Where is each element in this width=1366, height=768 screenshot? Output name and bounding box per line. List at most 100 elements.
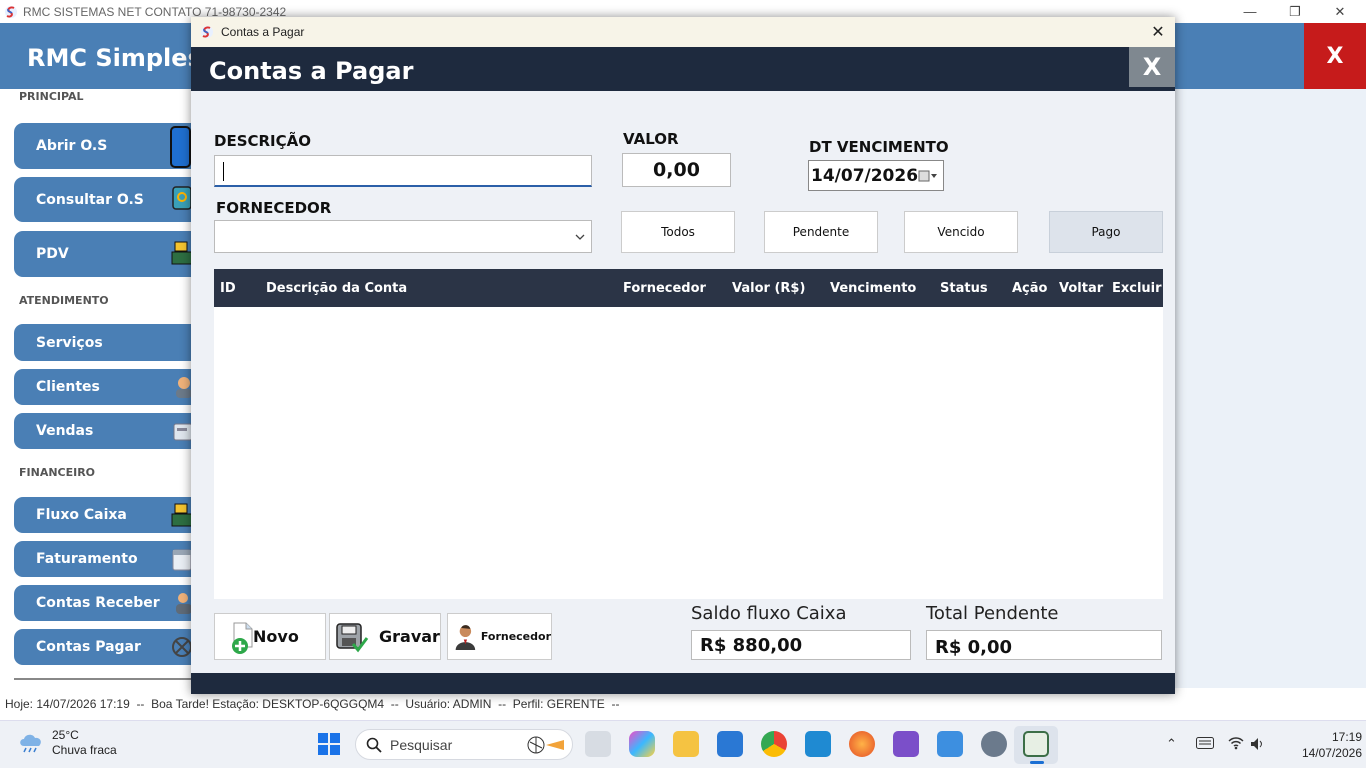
taskbar-clock[interactable]: 17:19 14/07/2026 [1280, 729, 1362, 761]
contas-a-pagar-dialog: Contas a Pagar ✕ Contas a Pagar X DESCRI… [191, 17, 1175, 694]
supplier-person-icon [455, 624, 476, 650]
wifi-icon[interactable] [1228, 736, 1244, 750]
weather-widget[interactable]: 25°C Chuva fraca [18, 728, 117, 758]
tray-chevron-up-icon[interactable]: ⌃ [1166, 736, 1177, 752]
device-search-icon [172, 186, 192, 210]
column-header-descricao[interactable]: Descrição da Conta [266, 281, 407, 296]
file-explorer-icon[interactable] [673, 731, 699, 757]
chevron-down-icon [575, 234, 585, 240]
minimize-button[interactable]: — [1228, 0, 1272, 23]
gravar-button[interactable]: Gravar [329, 613, 441, 660]
sidebar-item-label: Consultar O.S [36, 191, 144, 208]
sidebar-item-label: Vendas [36, 423, 94, 439]
payable-icon [172, 637, 192, 657]
vencimento-date-picker[interactable]: 14/07/2026 [808, 160, 944, 191]
sidebar-item-label: Contas Receber [36, 595, 160, 611]
clients-icon [176, 377, 192, 398]
microsoft-store-icon[interactable] [717, 731, 743, 757]
column-header-id[interactable]: ID [220, 281, 236, 296]
windows-start-icon[interactable] [318, 733, 340, 755]
dialog-close-button[interactable]: X [1129, 47, 1175, 87]
notepad-icon[interactable] [937, 731, 963, 757]
sidebar-section-principal: PRINCIPAL [19, 90, 84, 103]
column-header-vencimento[interactable]: Vencimento [830, 281, 916, 296]
restore-button[interactable]: ❐ [1273, 0, 1317, 23]
taskbar-search[interactable]: Pesquisar [355, 729, 573, 760]
vencimento-label: DT VENCIMENTO [809, 138, 949, 156]
sales-icon [173, 423, 192, 441]
receivable-icon [176, 593, 192, 614]
fornecedor-select[interactable] [214, 220, 592, 253]
close-window-button[interactable]: ✕ [1318, 0, 1362, 23]
calendar-icon [172, 549, 192, 571]
chrome-icon[interactable] [761, 731, 787, 757]
column-header-excluir[interactable]: Excluir [1112, 281, 1162, 296]
search-highlight-icon [527, 736, 564, 753]
cash-register-icon [171, 241, 192, 265]
column-header-acao[interactable]: Ação [1012, 281, 1047, 296]
firefox-icon[interactable] [849, 731, 875, 757]
sidebar-item-label: Serviços [36, 334, 103, 351]
fornecedor-button-label: Fornecedor [480, 630, 551, 643]
dialog-titlebar-close-button[interactable]: ✕ [1147, 21, 1169, 43]
sidebar-item-label: PDV [36, 246, 69, 262]
filter-vencido-button[interactable]: Vencido [904, 211, 1018, 253]
saldo-value: R$ 880,00 [691, 630, 911, 660]
gravar-label: Gravar [379, 627, 440, 646]
text-caret [223, 162, 224, 181]
descricao-input[interactable] [214, 155, 592, 187]
column-header-status[interactable]: Status [940, 281, 988, 296]
rain-cloud-icon [20, 734, 41, 753]
sidebar-item-label: Fluxo Caixa [36, 507, 127, 523]
volume-icon[interactable] [1250, 737, 1266, 751]
app-logo-icon [201, 26, 213, 38]
novo-label: Novo [253, 627, 299, 646]
filter-todos-button[interactable]: Todos [621, 211, 735, 253]
cash-flow-icon [171, 503, 192, 527]
task-view-icon[interactable] [585, 731, 611, 757]
search-placeholder: Pesquisar [390, 736, 453, 753]
settings-gear-icon[interactable] [981, 731, 1007, 757]
copilot-icon[interactable] [629, 731, 655, 757]
valor-input[interactable]: 0,00 [622, 153, 731, 187]
column-header-valor[interactable]: Valor (R$) [732, 281, 805, 296]
column-header-voltar[interactable]: Voltar [1059, 281, 1103, 296]
column-header-fornecedor[interactable]: Fornecedor [623, 281, 706, 296]
novo-button[interactable]: Novo [214, 613, 326, 660]
dialog-window-title: Contas a Pagar [221, 25, 305, 39]
dialog-heading: Contas a Pagar [209, 57, 414, 85]
saldo-label: Saldo fluxo Caixa [691, 603, 847, 624]
weather-temp: 25°C [52, 728, 79, 742]
sidebar-item-label: Faturamento [36, 551, 138, 567]
sidebar-section-financeiro: FINANCEIRO [19, 466, 96, 479]
filter-pendente-button[interactable]: Pendente [764, 211, 878, 253]
fornecedor-button[interactable]: Fornecedor [447, 613, 552, 660]
total-pendente-value: R$ 0,00 [926, 630, 1162, 660]
keyboard-icon[interactable] [1196, 737, 1214, 749]
filter-pago-button[interactable]: Pago [1049, 211, 1163, 253]
sidebar-item-servicos[interactable]: Serviços [14, 324, 204, 361]
app-logo-icon [5, 5, 17, 18]
dialog-footer [191, 673, 1175, 694]
descricao-label: DESCRIÇÃO [214, 132, 312, 150]
search-icon [366, 737, 382, 753]
active-app-indicator [1030, 761, 1044, 764]
clock-time: 17:19 [1331, 730, 1362, 744]
sidebar-item-label: Contas Pagar [36, 639, 141, 655]
rmc-app-taskbar-icon[interactable] [1023, 731, 1049, 757]
clock-date: 14/07/2026 [1301, 746, 1362, 760]
fornecedor-label: FORNECEDOR [216, 199, 332, 217]
visual-studio-icon[interactable] [893, 731, 919, 757]
weather-desc: Chuva fraca [52, 743, 117, 757]
app-close-button[interactable]: X [1304, 23, 1366, 89]
calendar-dropdown-icon[interactable] [918, 170, 938, 182]
valor-label: VALOR [623, 130, 679, 148]
app-brand: RMC Simples [27, 44, 202, 72]
table-header: ID Descrição da Conta Fornecedor Valor (… [214, 269, 1163, 307]
contas-table: ID Descrição da Conta Fornecedor Valor (… [214, 269, 1163, 599]
sidebar-section-atendimento: ATENDIMENTO [19, 294, 109, 307]
vscode-icon[interactable] [805, 731, 831, 757]
sidebar-item-label: Clientes [36, 379, 100, 395]
vencimento-value: 14/07/2026 [811, 165, 919, 186]
total-pendente-label: Total Pendente [926, 603, 1059, 624]
